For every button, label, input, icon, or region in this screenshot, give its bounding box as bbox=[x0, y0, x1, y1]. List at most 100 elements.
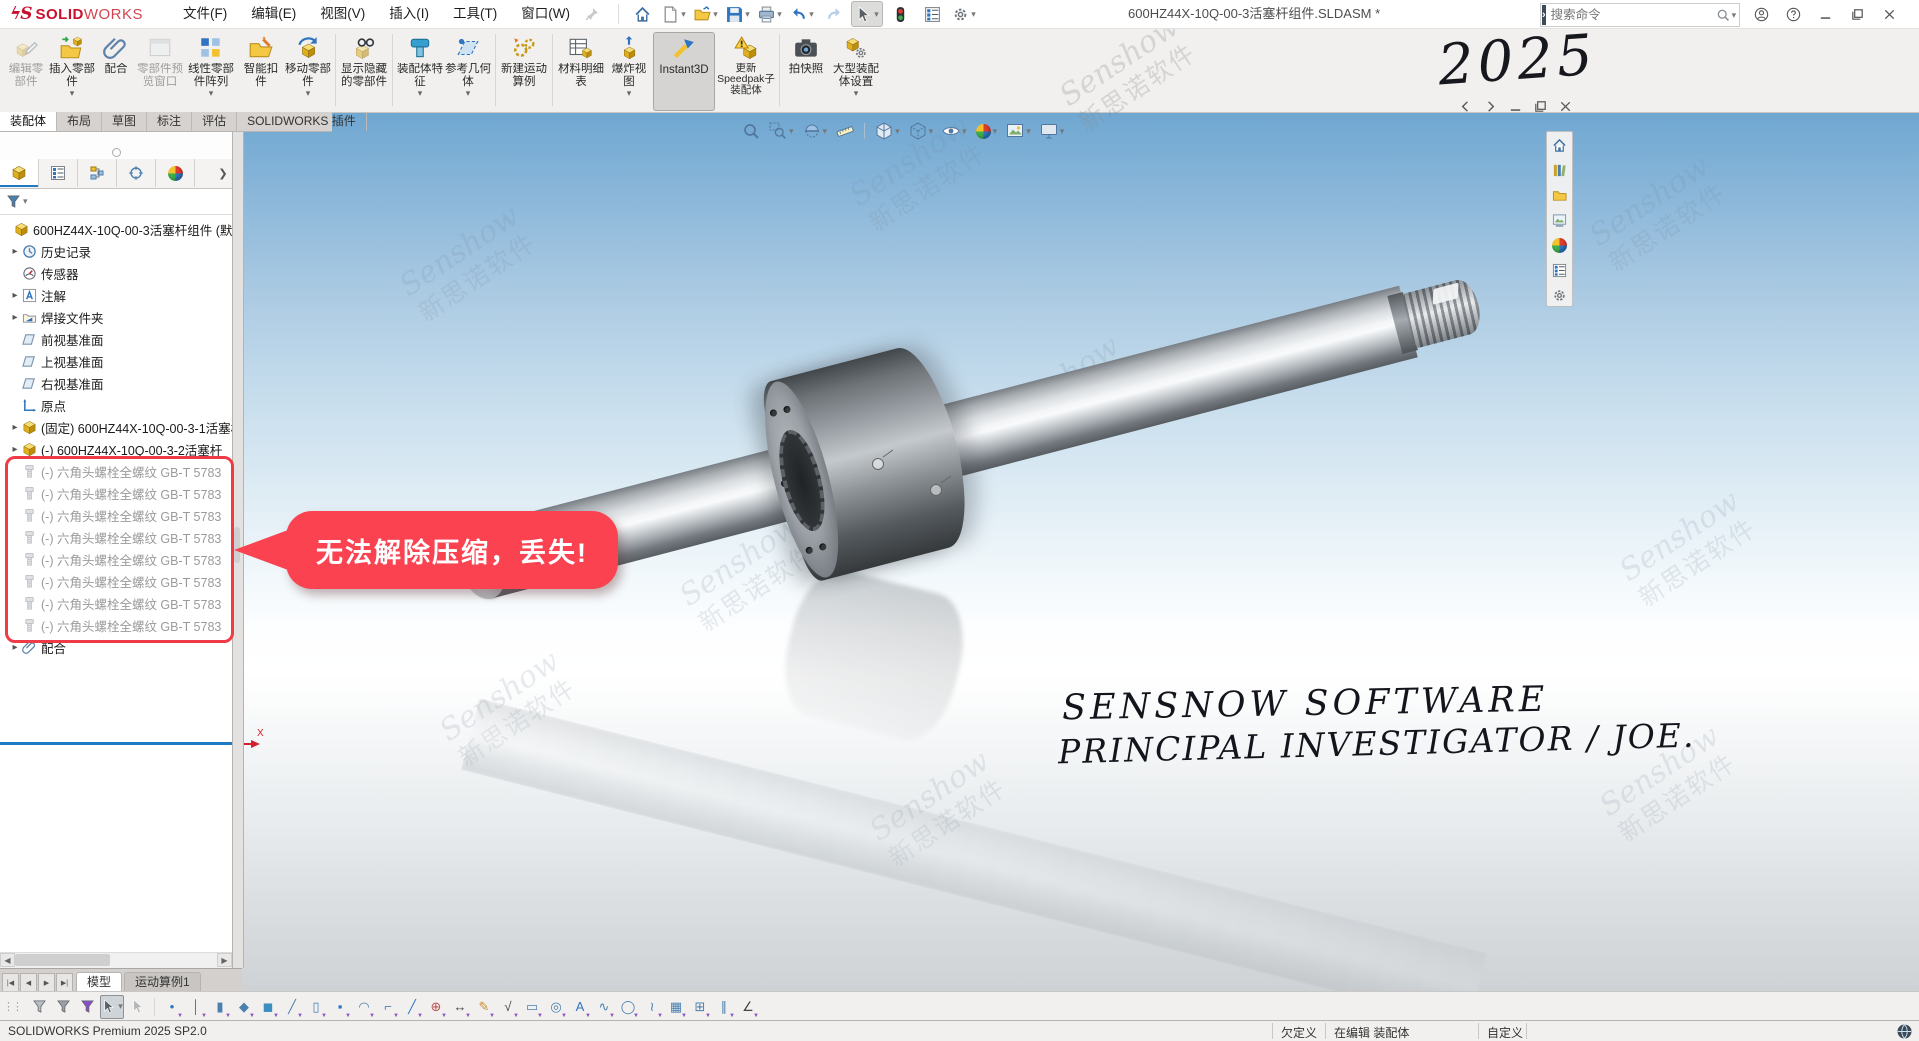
panel-splitter-horizontal[interactable] bbox=[0, 132, 232, 159]
show-hidden-components-button[interactable]: 显示隐藏的零部件 bbox=[340, 32, 388, 109]
scroll-left-icon[interactable]: ◀ bbox=[0, 953, 15, 967]
filter-line-icon[interactable]: │ bbox=[185, 996, 207, 1018]
filter-angle-icon[interactable]: ∠ bbox=[737, 996, 759, 1018]
propertymanager-tab[interactable] bbox=[39, 159, 78, 187]
menu-edit[interactable]: 编辑(E) bbox=[239, 0, 308, 28]
properties-icon[interactable] bbox=[917, 2, 947, 26]
filter-arc-icon[interactable]: ◠ bbox=[353, 996, 375, 1018]
tree-item-bolt[interactable]: (-) 六角头螺栓全螺纹 GB-T 5783 bbox=[0, 592, 232, 614]
filter-vertices-icon[interactable] bbox=[28, 996, 50, 1018]
web-globe-icon[interactable] bbox=[1896, 1023, 1913, 1040]
tree-item-bolt[interactable]: (-) 六角头螺栓全螺纹 GB-T 5783 bbox=[0, 460, 232, 482]
select-arrow-icon[interactable] bbox=[851, 1, 883, 27]
restore-icon[interactable] bbox=[1844, 2, 1870, 26]
status-customize-menu[interactable]: 自定义 bbox=[1487, 1024, 1523, 1041]
menu-view[interactable]: 视图(V) bbox=[308, 0, 377, 28]
measure-icon[interactable] bbox=[836, 122, 854, 140]
tab-motion-study[interactable]: 运动算例1 bbox=[124, 972, 201, 992]
tree-item-history[interactable]: ▸ 历史记录 bbox=[0, 240, 232, 262]
filter-corner-icon[interactable]: ⌐ bbox=[377, 996, 399, 1018]
design-library-icon[interactable] bbox=[1550, 161, 1570, 179]
new-motion-study-button[interactable]: 新建运动算例 bbox=[500, 32, 548, 109]
filter-annotation-icon[interactable]: ✎ bbox=[473, 996, 495, 1018]
expand-arrow-icon[interactable]: ▸ bbox=[8, 642, 22, 653]
filter-magnify-icon[interactable]: ◎ bbox=[545, 996, 567, 1018]
scroll-right-icon[interactable]: ▶ bbox=[217, 953, 232, 967]
expand-arrow-icon[interactable]: ▸ bbox=[8, 312, 22, 323]
tab-model[interactable]: 模型 bbox=[76, 972, 122, 992]
prev-tab-button[interactable]: ◀ bbox=[20, 973, 37, 992]
scrollbar-thumb[interactable] bbox=[15, 954, 110, 966]
chevron-down-icon[interactable]: ▾ bbox=[209, 89, 214, 98]
instant3d-button[interactable]: Instant3D bbox=[653, 32, 715, 111]
pin-toolbar-icon[interactable] bbox=[584, 6, 600, 22]
tree-item-bolt[interactable]: (-) 六角头螺栓全螺纹 GB-T 5783 bbox=[0, 570, 232, 592]
view-settings-icon[interactable] bbox=[1040, 122, 1065, 140]
tree-item-weldment-folder[interactable]: ▸ 焊接文件夹 bbox=[0, 306, 232, 328]
filter-table-icon[interactable]: ▦ bbox=[665, 996, 687, 1018]
tree-item-top-plane[interactable]: 上视基准面 bbox=[0, 350, 232, 372]
save-icon[interactable] bbox=[723, 2, 753, 26]
filter-point-icon[interactable]: • bbox=[161, 996, 183, 1018]
doc-restore-icon[interactable] bbox=[1531, 98, 1549, 114]
tree-item-bolt[interactable]: (-) 六角头螺栓全螺纹 GB-T 5783 bbox=[0, 548, 232, 570]
toolbar-grip[interactable]: ⋮⋮ bbox=[3, 1000, 21, 1013]
filter-vertex-icon[interactable]: ▪ bbox=[329, 996, 351, 1018]
tree-item-subassembly-1[interactable]: ▸ (固定) 600HZ44X-10Q-00-3-1活塞杆 bbox=[0, 416, 232, 438]
filter-centerline-icon[interactable]: ╱ bbox=[281, 996, 303, 1018]
filter-text-icon[interactable]: A bbox=[569, 996, 591, 1018]
exploded-view-button[interactable]: 爆炸视图 ▾ bbox=[607, 32, 651, 109]
next-tab-button[interactable]: ▶ bbox=[38, 973, 55, 992]
mate-button[interactable]: 配合 bbox=[97, 32, 135, 109]
chevron-down-icon[interactable]: ▾ bbox=[306, 89, 311, 98]
tab-evaluate[interactable]: 评估 bbox=[192, 112, 237, 131]
first-tab-button[interactable]: |◀ bbox=[2, 973, 19, 992]
tree-item-origin[interactable]: 原点 bbox=[0, 394, 232, 416]
chevron-down-icon[interactable]: ▾ bbox=[23, 196, 28, 207]
appearances-scenes-icon[interactable] bbox=[1550, 236, 1570, 254]
doc-minimize-icon[interactable] bbox=[1506, 98, 1524, 114]
chevron-down-icon[interactable]: ▾ bbox=[627, 89, 632, 98]
bill-of-materials-button[interactable]: 材料明细表 bbox=[557, 32, 605, 109]
chevron-down-icon[interactable]: ▾ bbox=[418, 89, 423, 98]
filter-circle-icon[interactable]: ⊕ bbox=[425, 996, 447, 1018]
menu-tools[interactable]: 工具(T) bbox=[441, 0, 509, 28]
rollback-bar[interactable] bbox=[0, 742, 232, 745]
view-orientation-icon[interactable] bbox=[875, 122, 900, 140]
undo-icon[interactable] bbox=[787, 2, 817, 26]
tree-item-bolt[interactable]: (-) 六角头螺栓全螺纹 GB-T 5783 bbox=[0, 526, 232, 548]
update-speedpak-button[interactable]: 更新Speedpak子装配体 bbox=[717, 32, 775, 109]
filter-faces-icon[interactable] bbox=[76, 996, 98, 1018]
home-icon[interactable] bbox=[627, 2, 657, 26]
displaymanager-tab[interactable] bbox=[156, 159, 195, 187]
edit-appearance-icon[interactable] bbox=[976, 124, 998, 139]
tree-item-front-plane[interactable]: 前视基准面 bbox=[0, 328, 232, 350]
filter-edges-icon[interactable] bbox=[52, 996, 74, 1018]
menu-window[interactable]: 窗口(W) bbox=[509, 0, 582, 28]
section-view-icon[interactable] bbox=[803, 122, 828, 140]
tab-layout[interactable]: 布局 bbox=[57, 112, 102, 131]
take-snapshot-button[interactable]: 拍快照 bbox=[784, 32, 828, 109]
zoom-fit-icon[interactable] bbox=[742, 122, 760, 140]
tab-assembly[interactable]: 装配体 bbox=[0, 112, 57, 131]
tree-item-mates[interactable]: ▸ 配合 bbox=[0, 636, 232, 658]
apply-scene-icon[interactable] bbox=[1006, 122, 1031, 140]
menu-insert[interactable]: 插入(I) bbox=[377, 0, 441, 28]
expand-arrow-icon[interactable]: ▸ bbox=[8, 444, 22, 455]
tree-item-subassembly-2[interactable]: ▸ (-) 600HZ44X-10Q-00-3-2活塞杆 bbox=[0, 438, 232, 460]
filter-equation-icon[interactable]: √ bbox=[497, 996, 519, 1018]
filter-rectangle-icon[interactable]: ▮ bbox=[209, 996, 231, 1018]
options-gear-icon[interactable] bbox=[949, 2, 979, 26]
smart-fasteners-button[interactable]: 智能扣件 bbox=[239, 32, 283, 109]
filter-polygon-icon[interactable]: ◆ bbox=[233, 996, 255, 1018]
tree-item-sensors[interactable]: 传感器 bbox=[0, 262, 232, 284]
expand-arrow-icon[interactable]: ▸ bbox=[8, 422, 22, 433]
panel-expand-chevron-icon[interactable]: ❯ bbox=[214, 159, 232, 188]
solidworks-resources-icon[interactable] bbox=[1550, 136, 1570, 154]
display-style-icon[interactable] bbox=[909, 122, 934, 140]
tab-addins[interactable]: SOLIDWORKS 插件 bbox=[237, 112, 367, 131]
filter-note-icon[interactable]: ▭ bbox=[521, 996, 543, 1018]
assembly-features-button[interactable]: 装配体特征 ▾ bbox=[397, 32, 443, 109]
open-icon[interactable] bbox=[691, 2, 721, 26]
tab-markup[interactable]: 标注 bbox=[147, 112, 192, 131]
